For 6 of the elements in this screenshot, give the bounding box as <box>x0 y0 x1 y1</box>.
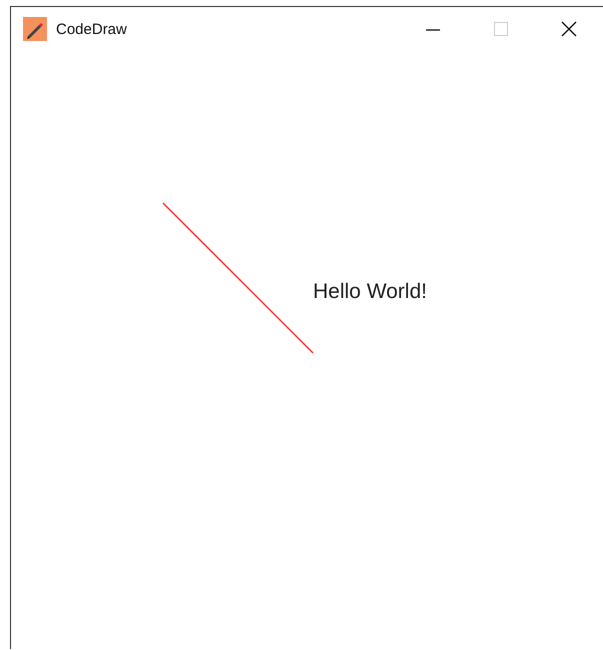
window-title: CodeDraw <box>56 20 127 38</box>
maximize-icon <box>493 21 509 37</box>
pencil-icon <box>23 17 47 41</box>
minimize-icon <box>425 28 441 30</box>
canvas-text: Hello World! <box>313 279 427 304</box>
close-icon <box>561 21 577 37</box>
